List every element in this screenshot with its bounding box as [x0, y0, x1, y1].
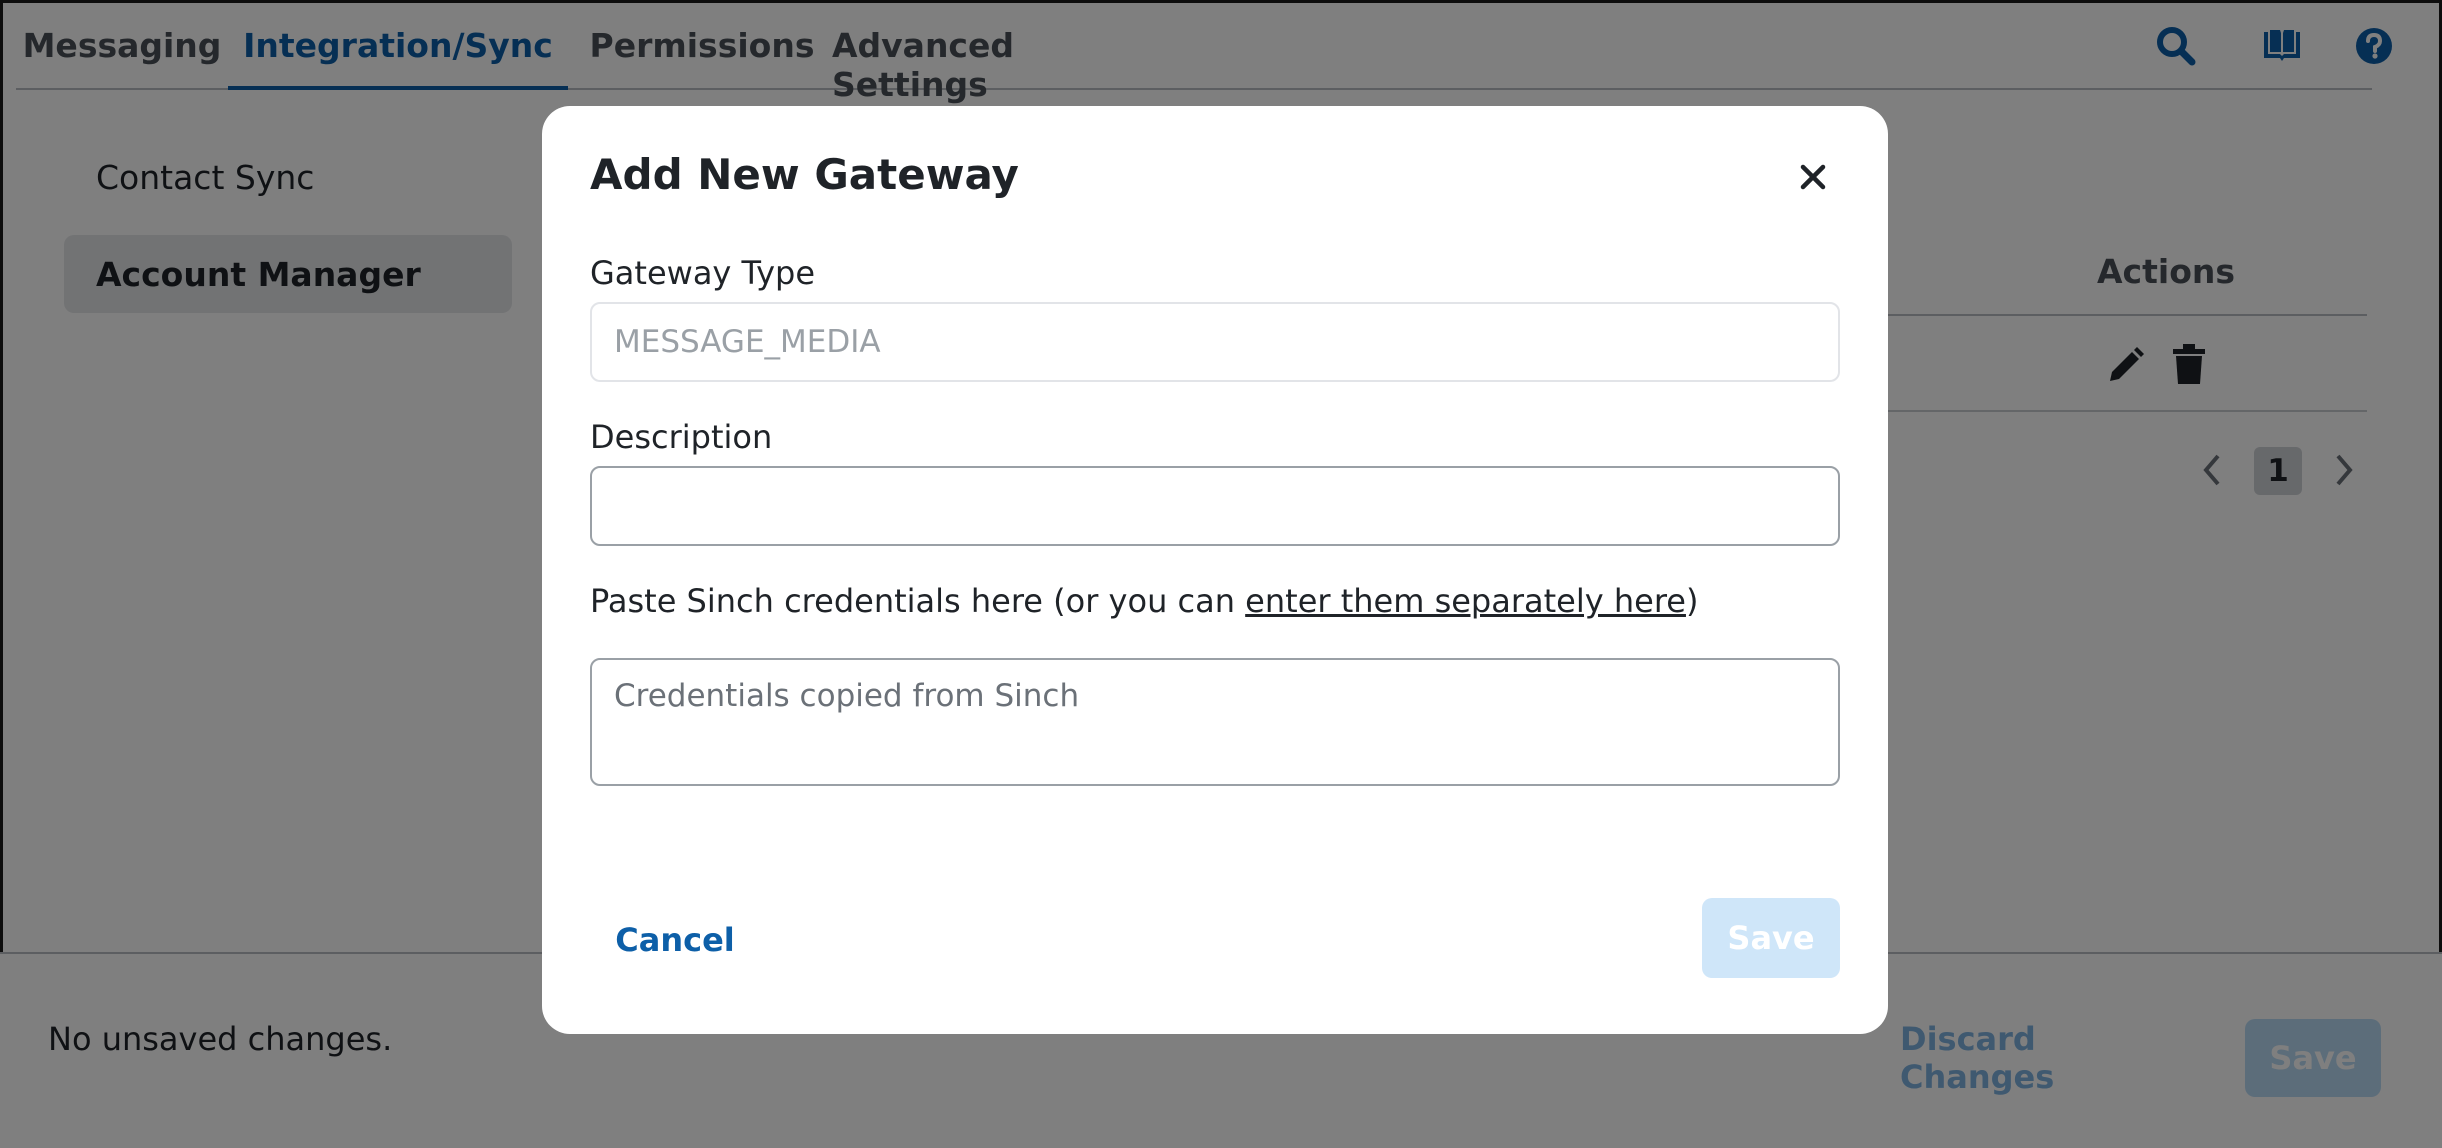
gateway-type-label: Gateway Type [590, 254, 816, 292]
gateway-type-field: MESSAGE_MEDIA [590, 302, 1840, 382]
add-gateway-dialog: Add New Gateway Gateway Type MESSAGE_MED… [542, 106, 1888, 1034]
credentials-label-suffix: ) [1685, 582, 1699, 620]
enter-separately-link[interactable]: enter them separately here [1245, 582, 1686, 620]
credentials-label-prefix: Paste Sinch credentials here (or you can [590, 582, 1246, 620]
credentials-textarea[interactable] [590, 658, 1840, 786]
save-button[interactable]: Save [1702, 898, 1840, 978]
description-label: Description [590, 418, 773, 456]
dialog-title: Add New Gateway [590, 150, 1019, 199]
cancel-button[interactable]: Cancel [590, 900, 760, 980]
credentials-label: Paste Sinch credentials here (or you can… [590, 582, 1698, 620]
close-icon[interactable] [1798, 162, 1828, 192]
description-input[interactable] [590, 466, 1840, 546]
